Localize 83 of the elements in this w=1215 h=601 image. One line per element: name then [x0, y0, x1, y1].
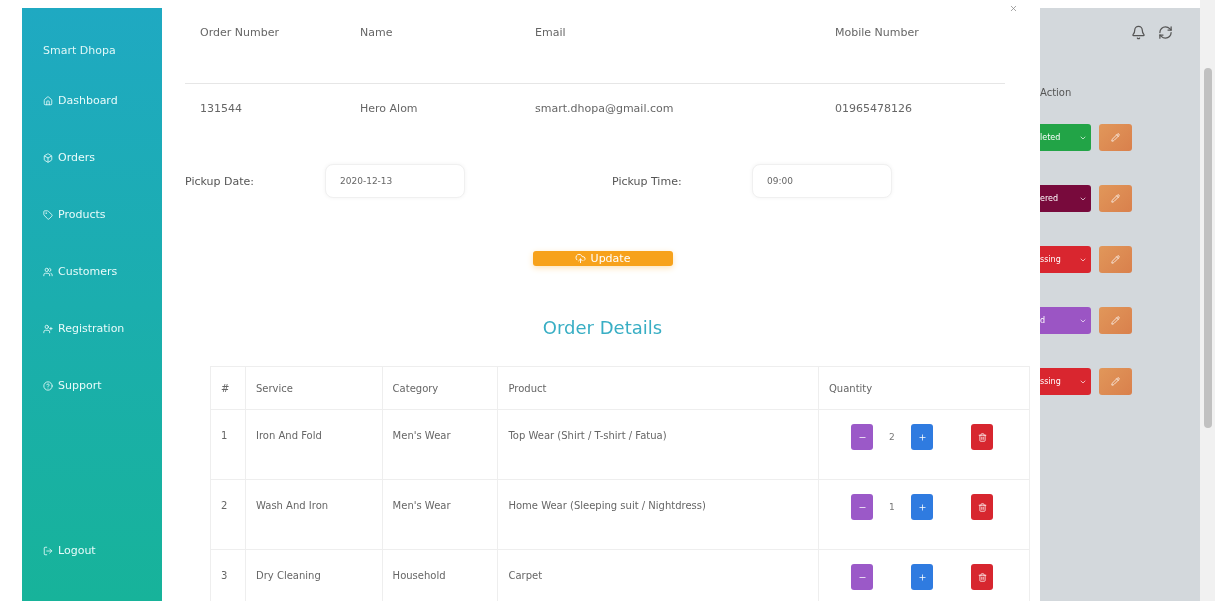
tag-icon — [43, 209, 53, 220]
column-header: Product — [497, 366, 819, 410]
box-icon — [43, 152, 53, 163]
notification-button[interactable] — [1131, 25, 1146, 40]
section-title: Order Details — [542, 317, 663, 338]
increase-button[interactable] — [911, 424, 933, 450]
refresh-button[interactable] — [1158, 25, 1173, 40]
plus-icon — [917, 432, 927, 442]
delete-button[interactable] — [971, 424, 993, 450]
sidebar-item[interactable]: Dashboard — [43, 94, 118, 107]
quantity-value: 2 — [889, 432, 895, 442]
status-dropdown[interactable]: d — [1040, 307, 1091, 334]
plus-icon — [917, 572, 927, 582]
users-icon — [43, 266, 53, 277]
table-cell: Home Wear (Sleeping suit / Nightdress) — [497, 479, 819, 550]
edit-button[interactable] — [1099, 124, 1132, 151]
trash-icon — [977, 502, 987, 512]
column-header: Mobile Number — [820, 20, 1005, 84]
sidebar-item[interactable]: Registration — [43, 322, 125, 335]
sidebar-item[interactable]: Support — [43, 379, 102, 392]
pencil-icon — [1111, 255, 1120, 264]
pencil-icon — [1111, 316, 1120, 325]
table-cell: Men's Wear — [382, 409, 498, 480]
edit-button[interactable] — [1099, 185, 1132, 212]
field-label: Pickup Date: — [185, 174, 255, 188]
table-cell-text: 131544 — [199, 101, 243, 117]
column-header: Quantity — [818, 366, 1030, 410]
update-button[interactable]: Update — [532, 251, 673, 266]
column-header: Order Number — [185, 20, 345, 84]
home-icon — [43, 95, 53, 106]
status-dropdown[interactable]: leted — [1040, 124, 1091, 151]
help-icon — [43, 380, 53, 391]
logout-icon — [43, 545, 53, 556]
user-plus-icon — [43, 323, 53, 334]
date-field[interactable]: 2020-12-13 — [325, 164, 465, 198]
close-icon — [1009, 4, 1018, 13]
table-cell-text: 01965478126 — [834, 101, 913, 117]
column-header: Action — [1040, 87, 1072, 98]
logout-link[interactable]: Logout — [43, 544, 96, 557]
table-cell: Wash And Iron — [245, 479, 383, 550]
decrease-button[interactable] — [851, 494, 873, 520]
table-cell: Top Wear (Shirt / T-shirt / Fatua) — [497, 409, 819, 480]
edit-button[interactable] — [1099, 368, 1132, 395]
table-cell: 1 — [210, 409, 246, 480]
column-header: # — [210, 366, 246, 410]
pencil-icon — [1111, 194, 1120, 203]
edit-button[interactable] — [1099, 307, 1132, 334]
sidebar-item[interactable]: Customers — [43, 265, 118, 278]
decrease-button[interactable] — [851, 564, 873, 590]
delete-button[interactable] — [971, 494, 993, 520]
status-dropdown[interactable]: ssing — [1040, 368, 1091, 395]
status-dropdown[interactable]: ssing — [1040, 246, 1091, 273]
sidebar-item[interactable]: Products — [43, 208, 106, 221]
table-cell-text: Hero Alom — [359, 101, 419, 117]
trash-icon — [977, 432, 987, 442]
column-header: Email — [520, 20, 820, 84]
field-label: Pickup Time: — [612, 174, 683, 188]
time-field[interactable]: 09:00 — [752, 164, 892, 198]
pencil-icon — [1111, 133, 1120, 142]
pencil-icon — [1111, 377, 1120, 386]
plus-icon — [917, 502, 927, 512]
table-cell: Men's Wear — [382, 479, 498, 550]
table-cell: 2 — [210, 479, 246, 550]
trash-icon — [977, 572, 987, 582]
quantity-value: 1 — [889, 502, 895, 512]
cloud-upload-icon — [574, 253, 586, 264]
scrollbar[interactable] — [1200, 0, 1215, 601]
column-header: Name — [345, 20, 520, 84]
column-header: Category — [382, 366, 498, 410]
delete-button[interactable] — [971, 564, 993, 590]
column-header: Service — [245, 366, 383, 410]
bell-icon — [1131, 25, 1146, 40]
refresh-icon — [1158, 25, 1173, 40]
table-cell-text: smart.dhopa@gmail.com — [534, 101, 675, 117]
decrease-button[interactable] — [851, 424, 873, 450]
status-dropdown[interactable]: ered — [1040, 185, 1091, 212]
table-cell: 3 — [210, 549, 246, 601]
sidebar-item[interactable]: Orders — [43, 151, 95, 164]
brand-name: Smart Dhopa — [43, 44, 117, 57]
increase-button[interactable] — [911, 564, 933, 590]
increase-button[interactable] — [911, 494, 933, 520]
table-cell: Iron And Fold — [245, 409, 383, 480]
edit-button[interactable] — [1099, 246, 1132, 273]
